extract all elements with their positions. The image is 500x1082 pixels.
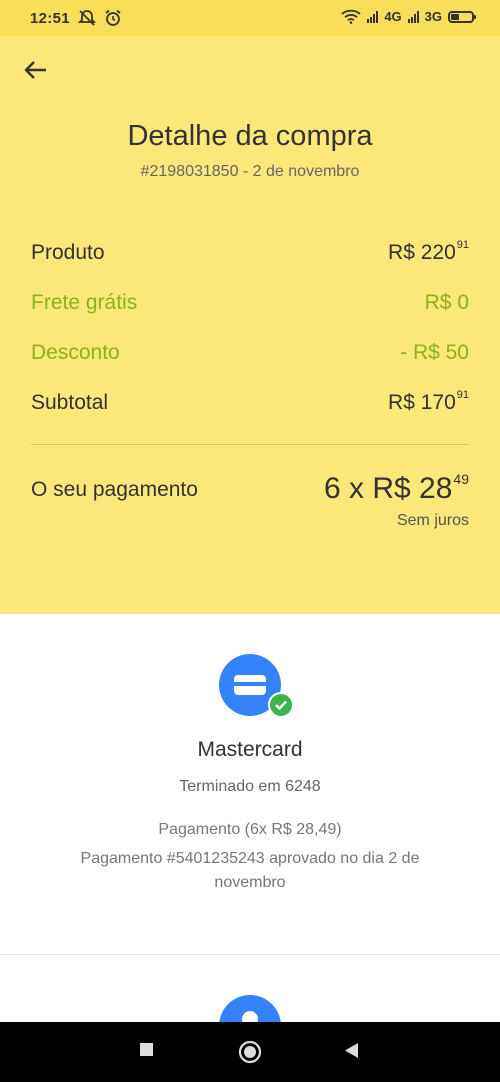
row-label: Frete grátis <box>31 291 138 314</box>
row-label: Produto <box>31 241 105 264</box>
home-button[interactable] <box>238 1040 262 1064</box>
signal-icon-2 <box>407 10 419 23</box>
row-value: R$ 0 <box>424 291 469 314</box>
page-title: Detalhe da compra <box>127 120 373 152</box>
payment-amount: 6 x R$ 2849 <box>324 471 469 505</box>
check-icon <box>268 692 294 718</box>
payment-label: O seu pagamento <box>31 478 198 501</box>
divider <box>0 954 500 955</box>
recent-apps-button[interactable] <box>139 1042 155 1058</box>
row-desconto: Desconto - R$ 50 <box>31 341 469 365</box>
purchase-summary: Detalhe da compra #2198031850 - 2 de nov… <box>0 36 500 614</box>
system-nav-bar <box>0 1022 500 1082</box>
approval-text: Pagamento #5401235243 aprovado no dia 2 … <box>80 850 420 891</box>
card-ending: Terminado em 6248 <box>179 778 321 795</box>
row-produto: Produto R$ 22091 <box>31 239 469 265</box>
status-bar: 12:51 4G 3G <box>0 0 500 36</box>
payment-method-section: Mastercard Terminado em 6248 Pagamento (… <box>0 614 500 954</box>
divider <box>31 444 469 445</box>
row-frete: Frete grátis R$ 0 <box>31 291 469 315</box>
row-value: - R$ 50 <box>400 341 469 364</box>
back-button[interactable] <box>343 1042 359 1059</box>
row-label: Desconto <box>31 341 120 364</box>
alarm-icon <box>105 9 121 26</box>
payment-note: Sem juros <box>396 512 469 529</box>
status-time: 12:51 <box>30 10 70 27</box>
network-label-2: 3G <box>424 9 442 24</box>
wifi-icon <box>341 9 361 24</box>
row-value: R$ 22091 <box>388 239 469 264</box>
signal-icon <box>367 10 379 23</box>
row-subtotal: Subtotal R$ 17091 <box>31 389 469 415</box>
order-subtitle: #2198031850 - 2 de novembro <box>140 163 360 180</box>
network-label-1: 4G <box>384 9 402 24</box>
back-arrow-icon[interactable] <box>22 58 52 88</box>
battery-icon <box>448 10 476 23</box>
row-value: R$ 17091 <box>388 389 469 414</box>
installments-text: Pagamento (6x R$ 28,49) <box>158 821 342 838</box>
card-name: Mastercard <box>197 738 303 761</box>
mute-icon <box>78 10 96 26</box>
row-label: Subtotal <box>31 391 109 414</box>
